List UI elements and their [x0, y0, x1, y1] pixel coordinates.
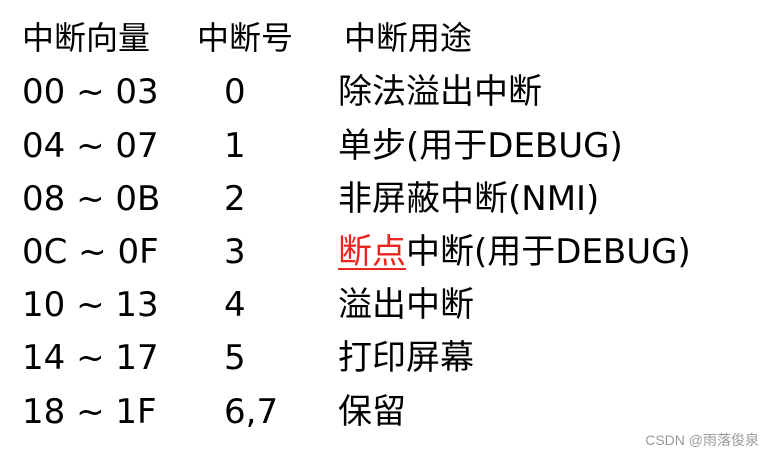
number-cell: 2 [224, 179, 246, 219]
purpose-cell: 断点中断(用于DEBUG) [338, 226, 691, 278]
number-cell: 0 [224, 72, 246, 112]
vector-cell: 18 ~ 1F [22, 392, 157, 432]
purpose-cell: 打印屏幕 [338, 338, 474, 378]
table-row: 04 ~ 07 1 单步(用于DEBUG) [0, 120, 775, 172]
vector-cell: 0C ~ 0F [22, 232, 159, 272]
number-cell: 4 [224, 285, 246, 325]
table-header-row: 中断向量 中断号 中断用途 [0, 12, 775, 64]
vector-cell: 14 ~ 17 [22, 338, 159, 378]
number-cell: 6,7 [224, 392, 279, 432]
purpose-cell: 除法溢出中断 [338, 72, 542, 112]
number-cell: 1 [224, 126, 246, 166]
header-interrupt-number: 中断号 [197, 19, 294, 57]
vector-cell: 08 ~ 0B [22, 179, 161, 219]
purpose-cell: 单步(用于DEBUG) [338, 126, 623, 166]
table-row: 08 ~ 0B 2 非屏蔽中断(NMI) [0, 173, 775, 225]
vector-cell: 10 ~ 13 [22, 285, 159, 325]
watermark: CSDN @雨落俊泉 [645, 432, 759, 448]
vector-cell: 04 ~ 07 [22, 126, 159, 166]
number-cell: 3 [224, 232, 246, 272]
purpose-cell: 非屏蔽中断(NMI) [338, 179, 600, 219]
number-cell: 5 [224, 338, 246, 378]
table-row: 10 ~ 13 4 溢出中断 [0, 279, 775, 331]
table-row: 00 ~ 03 0 除法溢出中断 [0, 66, 775, 118]
header-interrupt-vector: 中断向量 [22, 19, 151, 57]
breakpoint-highlight: 断点 [338, 232, 406, 272]
vector-cell: 00 ~ 03 [22, 72, 159, 112]
table-row: 0C ~ 0F 3 断点中断(用于DEBUG) [0, 226, 775, 278]
table-row: 14 ~ 17 5 打印屏幕 [0, 332, 775, 384]
header-interrupt-purpose: 中断用途 [344, 19, 473, 57]
purpose-cell: 保留 [338, 392, 406, 432]
purpose-rest: 中断(用于DEBUG) [406, 232, 691, 272]
purpose-cell: 溢出中断 [338, 285, 474, 325]
